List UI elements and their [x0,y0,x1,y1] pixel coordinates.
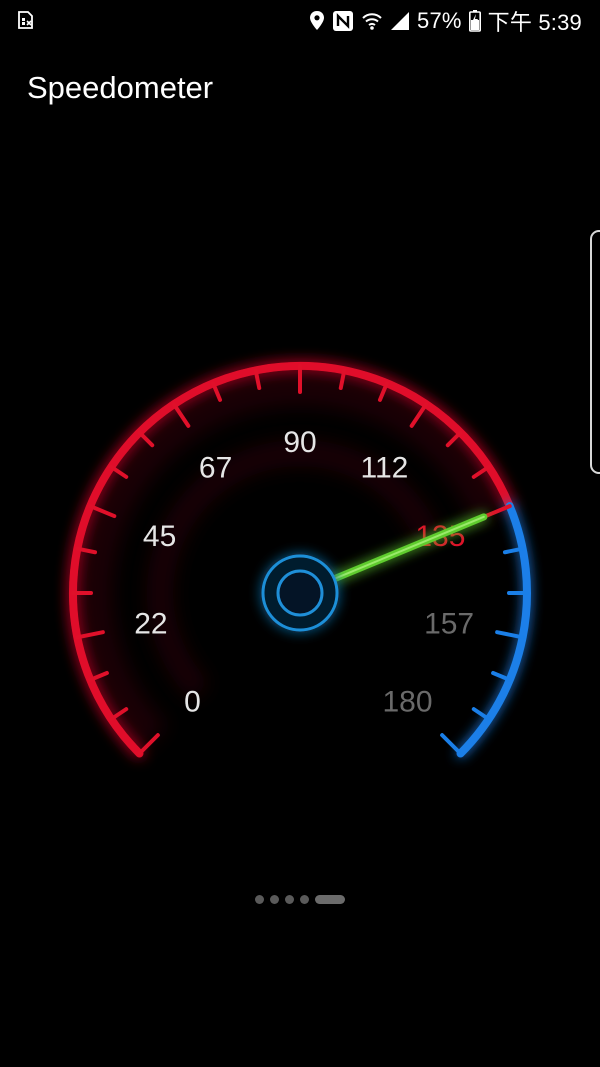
major-tick [495,630,525,640]
speed-tick-label: 22 [134,608,167,641]
app-title: Speedometer [27,70,214,105]
page-dot[interactable] [285,895,294,904]
speed-tick-label: 112 [360,452,408,485]
page-dot[interactable] [315,895,345,904]
cell-signal-icon [390,11,410,31]
speed-tick-label: 157 [424,608,474,641]
major-tick [440,733,463,756]
location-pin-icon [309,10,325,32]
speedometer-svg: 022456790112135157180 [69,362,531,758]
battery-charging-icon [468,10,481,32]
page-dot[interactable] [300,895,309,904]
speed-tick-label: 0 [184,686,201,719]
speed-tick-label: 67 [199,452,232,485]
nfc-icon [332,10,354,32]
status-bar: 57% 下午 5:39 [0,0,600,42]
minor-tick [471,707,491,722]
speed-tick-label: 90 [283,426,316,459]
wifi-icon [361,10,383,32]
speed-tick-label: 180 [382,686,432,719]
battery-percent: 57% [417,8,462,33]
speed-tick-label: 45 [143,520,176,553]
page-indicator [0,895,600,904]
speedometer-gauge: 022456790112135157180 [0,300,600,860]
status-icons: 57% 下午 5:39 [309,6,582,36]
sim-card-x-icon [16,10,36,30]
needle-hub-inner [276,569,324,617]
page-dot[interactable] [255,895,264,904]
clock-time: 下午 5:39 [487,10,582,35]
page-dot[interactable] [270,895,279,904]
